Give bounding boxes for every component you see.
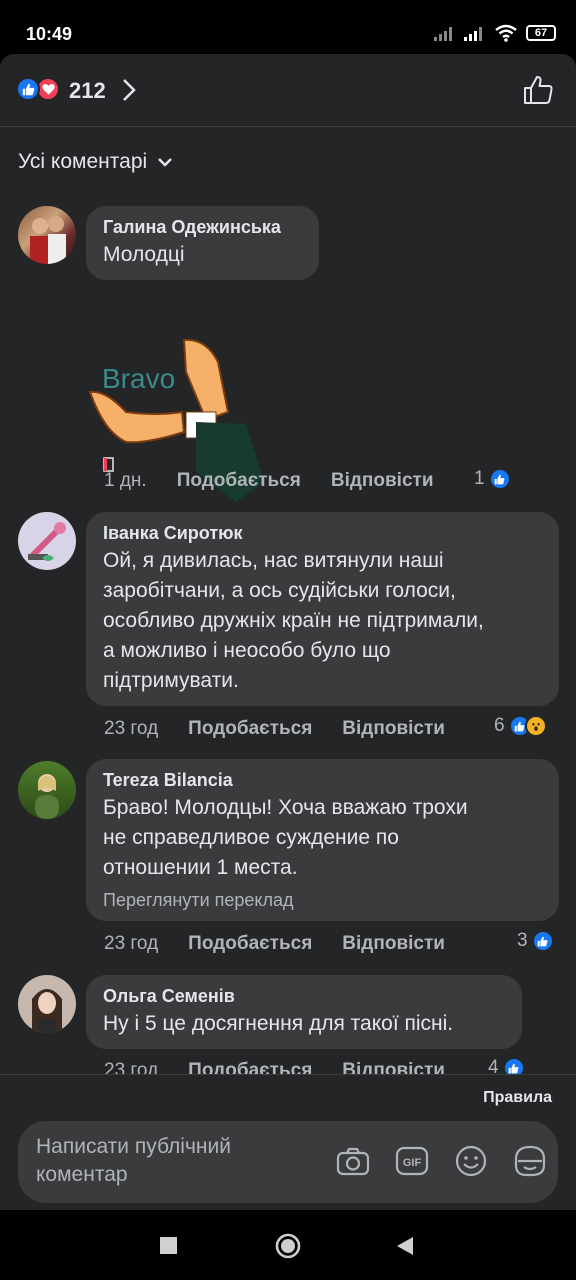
emoji-icon[interactable] <box>453 1143 489 1179</box>
see-translation-link[interactable]: Переглянути переклад <box>103 887 542 913</box>
like-reaction-icon <box>16 77 40 101</box>
like-reaction-icon <box>531 930 554 952</box>
sticker-icon[interactable] <box>512 1143 548 1179</box>
chevron-right-icon[interactable] <box>122 78 136 102</box>
status-time: 10:49 <box>26 24 73 44</box>
status-bar: 10:49 67 <box>0 0 576 60</box>
back-button[interactable] <box>396 1236 414 1256</box>
comment-author[interactable]: Галина Одежинська <box>103 216 302 238</box>
comment-composer: Правила Написати публічний коментар GIF <box>0 1074 576 1210</box>
avatar[interactable] <box>18 512 76 570</box>
comment-actions: 23 год Подобається Відповісти <box>104 933 475 955</box>
home-button[interactable] <box>275 1233 301 1259</box>
comment-placeholder: Написати публічний коментар <box>36 1135 231 1186</box>
comment-author[interactable]: Іванка Сиротюк <box>103 522 542 544</box>
comment-bubble[interactable]: Ольга Семенів Ну і 5 це досягнення для т… <box>86 975 522 1049</box>
avatar[interactable] <box>18 761 76 819</box>
comment-text: Браво! Молодцы! Хоча вважаю трохи не спр… <box>103 796 468 879</box>
reaction-count-value: 6 <box>494 715 505 736</box>
signal-icon <box>464 27 482 41</box>
comment-bubble[interactable]: Tereza Bilancia Браво! Молодцы! Хоча вва… <box>86 759 559 921</box>
rules-link[interactable]: Правила <box>483 1089 552 1107</box>
wifi-icon <box>495 24 517 42</box>
comment-author[interactable]: Ольга Семенів <box>103 985 505 1007</box>
status-icons: 67 <box>434 24 556 42</box>
comment-actions: 1 дн. Подобається Відповісти <box>104 470 464 492</box>
comment-time[interactable]: 23 год <box>104 933 158 955</box>
svg-text:GIF: GIF <box>403 1157 422 1169</box>
comment-reaction-count[interactable]: 1 <box>474 468 511 490</box>
like-reaction-icon <box>488 468 511 490</box>
comment-text: Ну і 5 це досягнення для такої пісні. <box>103 1012 454 1035</box>
system-nav-bar <box>0 1210 576 1280</box>
camera-icon[interactable] <box>335 1143 371 1179</box>
reaction-count-value: 1 <box>474 468 485 489</box>
sort-label: Усі коментарі <box>18 150 148 173</box>
signal-icon <box>434 27 452 41</box>
chevron-down-icon <box>158 158 173 167</box>
comment-time[interactable]: 1 дн. <box>104 470 147 492</box>
comment-bubble[interactable]: Іванка Сиротюк Ой, я дивилась, нас витян… <box>86 512 559 706</box>
gif-icon[interactable]: GIF <box>394 1143 430 1179</box>
composer-tools: GIF <box>335 1143 548 1179</box>
comment-author[interactable]: Tereza Bilancia <box>103 769 542 791</box>
comment-time[interactable]: 23 год <box>104 718 158 740</box>
reactions-header: 212 <box>0 54 576 127</box>
comment-text: Ой, я дивилась, нас витянули наші заробі… <box>103 549 484 692</box>
wow-reaction-icon <box>524 715 547 737</box>
like-comment-button[interactable]: Подобається <box>188 933 312 955</box>
avatar[interactable] <box>18 206 76 264</box>
reaction-icons[interactable] <box>16 77 60 101</box>
battery-icon: 67 <box>526 25 556 41</box>
avatar[interactable] <box>18 975 76 1033</box>
like-button[interactable] <box>522 74 554 106</box>
reaction-count-value: 3 <box>517 930 528 951</box>
like-comment-button[interactable]: Подобається <box>177 470 301 492</box>
sort-dropdown[interactable]: Усі коментарі <box>18 150 173 174</box>
comment-reaction-count[interactable]: 6 <box>494 715 547 737</box>
comment-bubble[interactable]: Галина Одежинська Молодці <box>86 206 319 280</box>
like-comment-button[interactable]: Подобається <box>188 718 312 740</box>
comments-sheet: 212 Усі коментарі Галина Одежинська Моло… <box>0 54 576 1210</box>
reply-button[interactable]: Відповісти <box>342 933 445 955</box>
reply-button[interactable]: Відповісти <box>331 470 434 492</box>
gif-text: Bravo <box>102 363 175 394</box>
comment-actions: 23 год Подобається Відповісти <box>104 718 475 740</box>
comment-reaction-count[interactable]: 3 <box>517 930 554 952</box>
reaction-count[interactable]: 212 <box>69 78 106 104</box>
comment-input[interactable]: Написати публічний коментар GIF <box>18 1121 558 1203</box>
recent-apps-button[interactable] <box>160 1237 177 1254</box>
reply-button[interactable]: Відповісти <box>342 718 445 740</box>
comment-text: Молодці <box>103 243 185 266</box>
